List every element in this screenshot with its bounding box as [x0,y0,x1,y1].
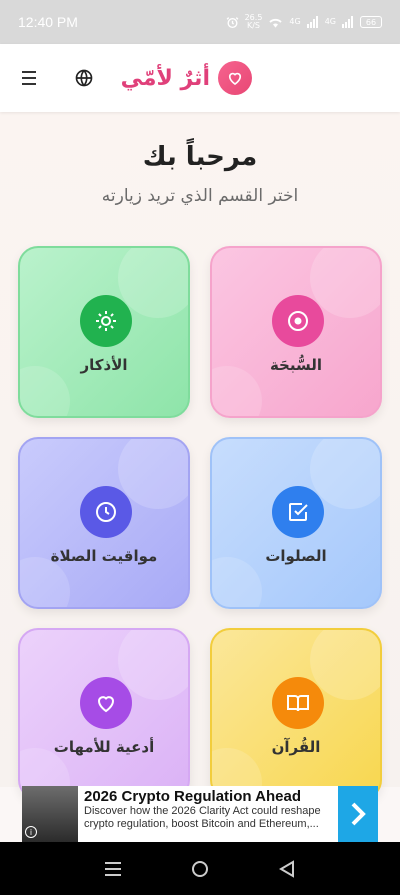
card-prayer-times[interactable]: مواقيت الصلاة [18,437,190,609]
battery-icon: 66 [360,16,382,28]
ad-banner[interactable]: i 2026 Crypto Regulation Ahead Discover … [22,786,378,842]
menu-icon[interactable] [22,67,44,89]
card-quran[interactable]: القُرآن [210,628,382,800]
checkbox-icon [272,486,324,538]
card-adhkar[interactable]: الأذكار [18,246,190,418]
ad-title: 2026 Crypto Regulation Ahead [84,788,301,805]
status-icons: 26.5 K/S 4G 4G 66 [226,14,382,30]
info-icon[interactable]: i [25,826,37,838]
recents-icon[interactable] [98,854,128,884]
network-speed: 26.5 K/S [244,13,263,30]
card-label: الصلوات [265,547,327,565]
book-icon [272,677,324,729]
page-subtitle: اختر القسم الذي تريد زيارته [101,186,299,206]
wifi-icon [269,18,283,28]
card-label: القُرآن [271,738,321,756]
network-type-1: 4G [289,17,301,26]
card-prayers[interactable]: الصلوات [210,437,382,609]
ad-description: Discover how the 2026 Clarity Act could … [84,805,321,830]
status-time: 12:40 PM [18,14,78,30]
card-label: السُّبحَة [269,356,323,374]
sun-icon [80,295,132,347]
card-label: أدعية للأمهات [53,738,155,756]
globe-icon[interactable] [74,68,94,88]
brand-name: أثرٌ لأمّي [120,65,210,91]
heart-icon [80,677,132,729]
brand: أثرٌ لأمّي [121,61,252,95]
card-duas[interactable]: أدعية للأمهات [18,628,190,800]
network-type-2: 4G [324,17,336,26]
clock-icon [80,486,132,538]
status-bar: 12:40 PM 26.5 K/S 4G 4G 66 [0,0,400,44]
alarm-icon [226,16,238,28]
ad-text: 2026 Crypto Regulation Ahead Discover ho… [78,786,338,842]
home-icon[interactable] [185,854,215,884]
page-title: مرحباً بك [142,142,258,172]
card-label: مواقيت الصلاة [50,547,158,565]
chevron-right-icon[interactable] [338,786,378,842]
ad-thumbnail: i [22,786,78,842]
signal-icon [306,16,318,28]
main-content: مرحباً بك اختر القسم الذي تريد زيارته ال… [0,112,400,800]
back-icon[interactable] [272,854,302,884]
app-header: أثرٌ لأمّي [0,44,400,112]
signal-icon-2 [342,16,353,28]
target-icon [272,295,324,347]
heart-icon [218,61,252,95]
card-label: الأذكار [80,356,128,374]
system-nav-bar [0,842,400,895]
card-subha[interactable]: السُّبحَة [210,246,382,418]
